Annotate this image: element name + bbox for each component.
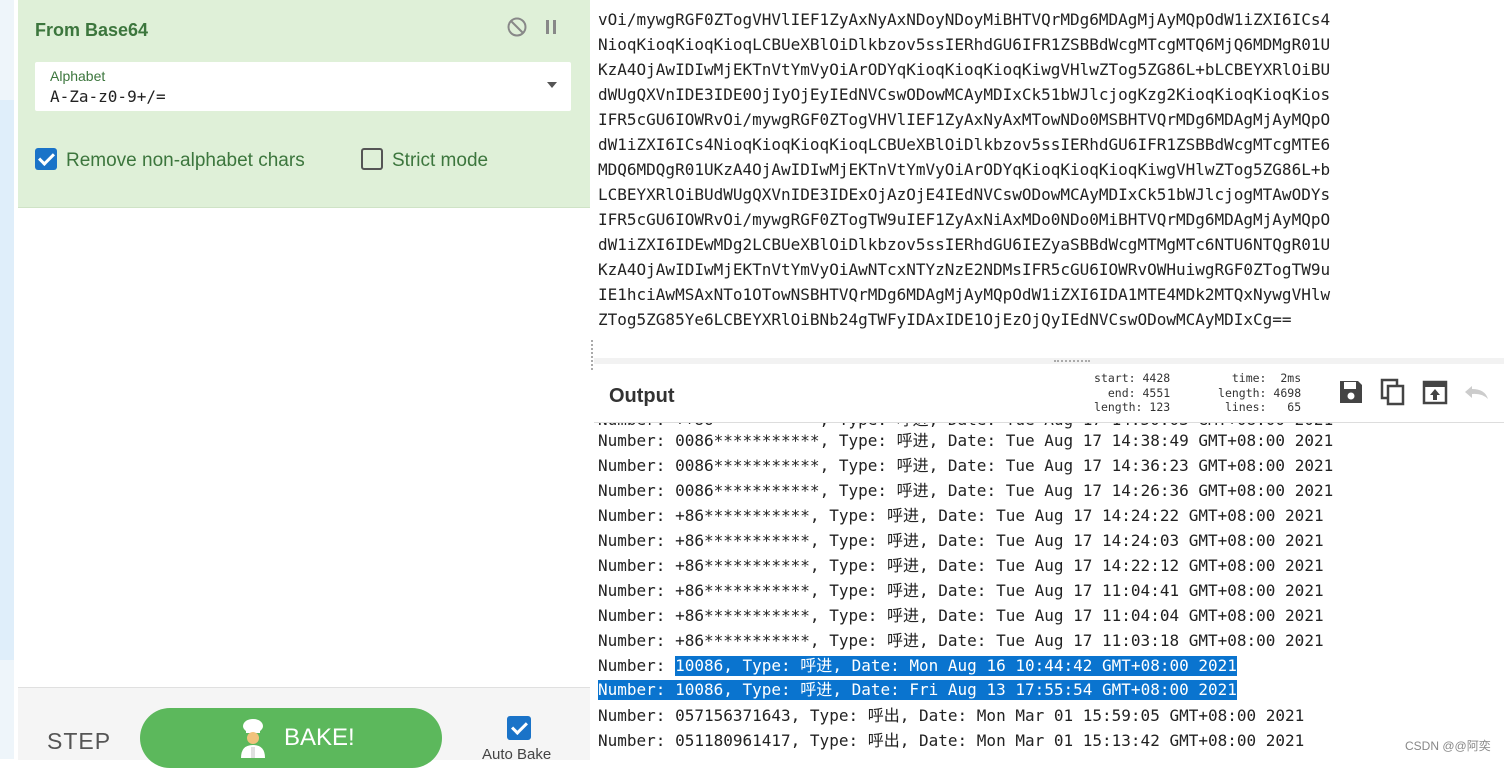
output-row: Number: +86***********, Type: 呼进, Date: … (598, 531, 1324, 550)
chef-icon (241, 719, 265, 758)
input-line: KzA4OjAwIDIwMjEKTnVtYmVyOiArODYqKioqKioq… (598, 60, 1331, 79)
auto-bake-checkbox[interactable] (507, 716, 531, 740)
input-line: LCBEYXRlOiBUdWUgQXVnIDE3IDExOjAzOjE4IEdN… (598, 185, 1331, 204)
categories-highlight (0, 100, 14, 660)
output-row: Number: 0086***********, Type: 呼进, Date:… (598, 456, 1334, 475)
input-line: IFR5cGU6IOWRvOi/mywgRGF0ZTogVHVlIEF1ZyAx… (598, 110, 1331, 129)
bake-button[interactable]: BAKE! (140, 708, 442, 768)
output-row: Number: 10086, Type: 呼进, Date: Mon Aug 1… (598, 656, 1237, 676)
disable-icon[interactable] (506, 16, 528, 38)
input-line: vOi/mywgRGF0ZTogVHVlIEF1ZyAxNyAxNDoyNDoy… (598, 10, 1331, 29)
input-line: IFR5cGU6IOWRvOi/mywgRGF0ZTogTW9uIEF1ZyAx… (598, 210, 1331, 229)
output-header: Output start: 4428 end: 4551 length: 123… (594, 364, 1504, 423)
output-row: Number: +86***********, Type: 呼进, Date: … (598, 506, 1324, 525)
categories-panel-edge (0, 0, 15, 759)
watermark: CSDN @@阿奕 (1405, 739, 1491, 753)
output-row: Number: 0086***********, Type: 呼进, Date:… (598, 481, 1334, 500)
operation-card[interactable]: From Base64 Alphabet A-Za-z0-9+/= Remove… (18, 0, 590, 208)
output-stats: time: 2ms length: 4698 lines: 65 (1218, 371, 1302, 414)
output-textarea[interactable]: Number: ++86***********, Type: 呼进, Date:… (594, 423, 1504, 759)
controls-bar: STEP BAKE! Auto Bake (18, 687, 590, 768)
alphabet-value: A-Za-z0-9+/= (50, 87, 166, 106)
strict-mode-checkbox[interactable] (361, 148, 383, 170)
input-line: NioqKioqKioqKioqLCBUeXBlOiDlkbzov5ssIERh… (598, 35, 1331, 54)
input-line: dWUgQXVnIDE3IDE0OjIyOjEyIEdNVCswODowMCAy… (598, 85, 1331, 104)
undo-icon[interactable] (1462, 377, 1492, 407)
input-line: dW1iZXI6ICs4NioqKioqKioqKioqLCBUeXBlOiDl… (598, 135, 1331, 154)
output-row: Number: +86***********, Type: 呼进, Date: … (598, 606, 1324, 625)
output-row: Number: +86***********, Type: 呼进, Date: … (598, 581, 1324, 600)
output-row: Number: 057156371643, Type: 呼出, Date: Mo… (598, 706, 1305, 725)
operation-title: From Base64 (35, 20, 149, 40)
remove-non-alphabet-checkbox[interactable] (35, 148, 57, 170)
strict-mode-label[interactable]: Strict mode (392, 150, 488, 172)
input-textarea[interactable]: vOi/mywgRGF0ZTogVHVlIEF1ZyAxNyAxNDoyNDoy… (594, 0, 1504, 358)
chevron-down-icon[interactable] (547, 82, 557, 88)
remove-non-alphabet-label[interactable]: Remove non-alphabet chars (66, 150, 305, 172)
recipe-panel: From Base64 Alphabet A-Za-z0-9+/= Remove… (14, 0, 591, 768)
output-row: Number: +86***********, Type: 呼进, Date: … (598, 556, 1324, 575)
bake-label: BAKE! (284, 724, 355, 751)
output-row: Number: 051180961417, Type: 呼出, Date: Mo… (598, 731, 1305, 750)
copy-icon[interactable] (1378, 377, 1408, 407)
alphabet-select[interactable]: Alphabet A-Za-z0-9+/= (35, 62, 571, 111)
input-line: KzA4OjAwIDIwMjEKTnVtYmVyOiAwNTcxNTYzNzE2… (598, 260, 1331, 279)
input-line: dW1iZXI6IDEwMDg2LCBUeXBlOiDlkbzov5ssIERh… (598, 235, 1331, 254)
input-line: ZTog5ZG85Ye6LCBEYXRlOiBNb24gTWFyIDAxIDE1… (598, 310, 1292, 329)
alphabet-label: Alphabet (50, 68, 106, 84)
save-icon[interactable] (1336, 377, 1366, 407)
input-line: MDQ6MDQgR01UKzA4OjAwIDIwMjEKTnVtYmVyOiAr… (598, 160, 1331, 179)
output-row: Number: 0086***********, Type: 呼进, Date:… (598, 431, 1334, 450)
replace-input-icon[interactable] (1420, 377, 1450, 407)
step-button[interactable]: STEP (47, 728, 111, 755)
output-row: Number: 10086, Type: 呼进, Date: Fri Aug 1… (598, 680, 1237, 700)
input-line: IE1hciAwMSAxNTo1OTowNSBHTVQrMDg6MDAgMjAy… (598, 285, 1331, 304)
auto-bake-label[interactable]: Auto Bake (482, 746, 551, 763)
pause-icon[interactable] (540, 16, 562, 38)
selection-stats: start: 4428 end: 4551 length: 123 (1094, 371, 1171, 414)
output-row: Number: +86***********, Type: 呼进, Date: … (598, 631, 1324, 650)
output-title: Output (609, 385, 675, 407)
